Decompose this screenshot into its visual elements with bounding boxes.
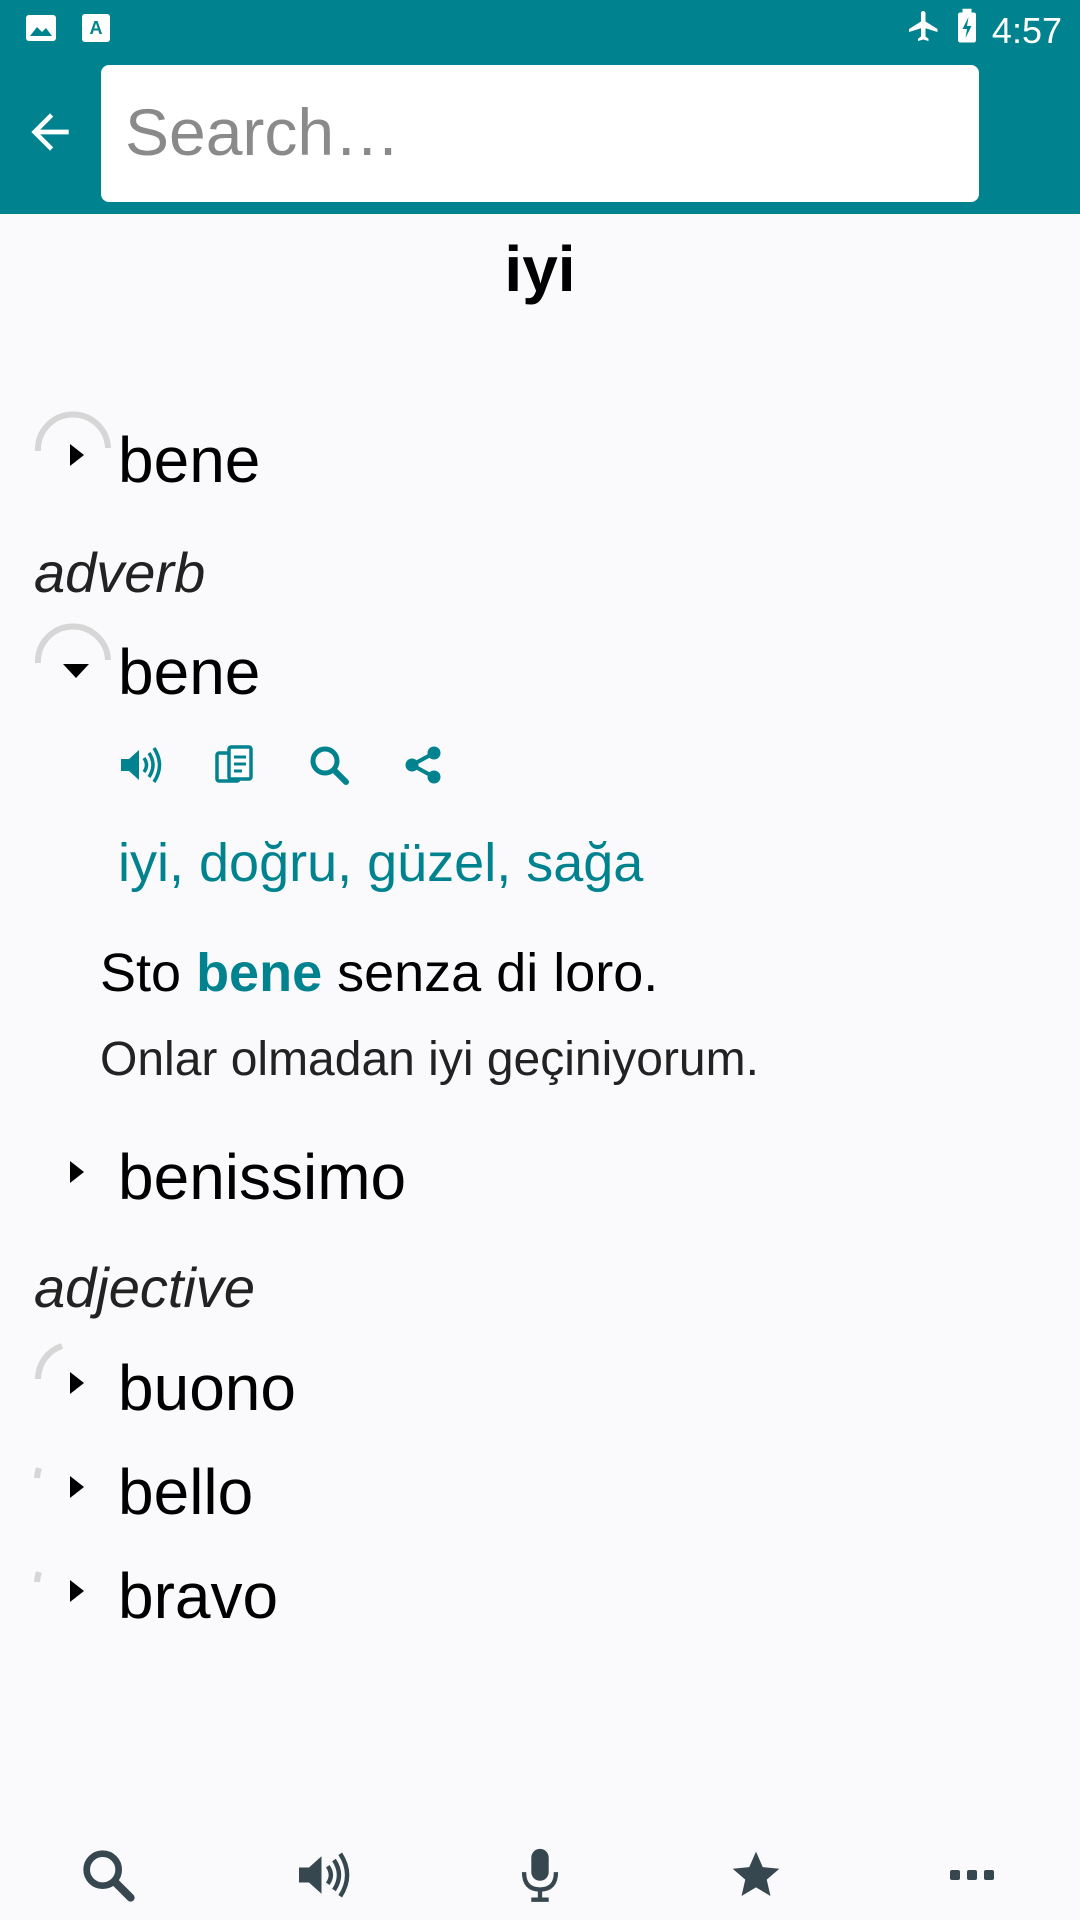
part-of-speech: adverb <box>34 541 206 604</box>
example-sentence: Sto bene senza di loro. <box>100 942 658 1004</box>
bottom-toolbar <box>0 1830 1080 1920</box>
example-translation: Onlar olmadan iyi geçiniyorum. <box>100 1033 759 1086</box>
expand-arrow-icon[interactable] <box>64 440 88 470</box>
favorites-tab-button[interactable] <box>716 1835 796 1915</box>
microphone-tab-button[interactable] <box>500 1835 580 1915</box>
star-icon <box>732 1851 780 1896</box>
example-highlight: bene <box>196 943 323 1003</box>
collapse-arrow-icon[interactable] <box>60 660 92 682</box>
expand-arrow-icon[interactable] <box>64 1576 88 1606</box>
copy-button[interactable] <box>212 742 258 788</box>
app-bar: A 4:57 <box>0 0 1080 214</box>
entry-row[interactable]: bene <box>0 410 1080 510</box>
translations[interactable]: iyi, doğru, güzel, sağa <box>118 832 643 894</box>
more-icon <box>950 1870 994 1880</box>
entry-word: buono <box>118 1352 296 1424</box>
entry-row[interactable]: bravo <box>0 1546 1080 1646</box>
status-bar: A 4:57 <box>0 0 1080 60</box>
entry-word: bravo <box>118 1560 279 1632</box>
arrow-left-icon <box>31 113 69 151</box>
search-tab-button[interactable] <box>68 1835 148 1915</box>
entry-word: bello <box>118 1456 254 1528</box>
copy-icon <box>215 745 253 783</box>
part-of-speech: adjective <box>34 1256 256 1319</box>
example-text: Sto <box>100 943 197 1003</box>
status-time: 4:57 <box>991 9 1062 51</box>
entry-word: benissimo <box>118 1141 407 1213</box>
share-icon <box>405 746 441 784</box>
share-button[interactable] <box>400 742 446 788</box>
entry-row[interactable]: buono <box>0 1338 1080 1438</box>
airplane-icon <box>906 8 942 53</box>
speaker-button[interactable] <box>118 742 164 788</box>
search-input[interactable] <box>119 87 965 177</box>
example-text: senza di loro. <box>322 943 659 1003</box>
entry-row[interactable]: benissimo <box>0 1127 1080 1227</box>
expand-arrow-icon[interactable] <box>64 1368 88 1398</box>
search-icon <box>310 746 349 785</box>
entry-row[interactable]: bello <box>0 1442 1080 1542</box>
speaker-tab-button[interactable] <box>284 1835 364 1915</box>
expand-arrow-icon[interactable] <box>64 1472 88 1502</box>
headword: iyi <box>504 233 576 305</box>
back-button[interactable] <box>18 100 82 164</box>
search-box[interactable] <box>101 65 979 202</box>
microphone-icon <box>521 1848 559 1902</box>
entry-word: bene <box>118 424 261 496</box>
lookup-button[interactable] <box>306 742 352 788</box>
svg-text:A: A <box>90 18 103 38</box>
speaker-icon <box>121 747 162 783</box>
entry-word: bene <box>118 636 261 708</box>
more-tab-button[interactable] <box>932 1835 1012 1915</box>
expand-arrow-icon[interactable] <box>64 1157 88 1187</box>
battery-charging-icon <box>956 8 978 53</box>
keyboard-icon: A <box>82 14 110 47</box>
entry-actions <box>118 742 446 788</box>
speaker-icon <box>299 1852 350 1898</box>
image-icon <box>26 15 56 46</box>
search-icon <box>83 1850 135 1902</box>
entry-row-expanded[interactable]: bene <box>0 622 1080 722</box>
